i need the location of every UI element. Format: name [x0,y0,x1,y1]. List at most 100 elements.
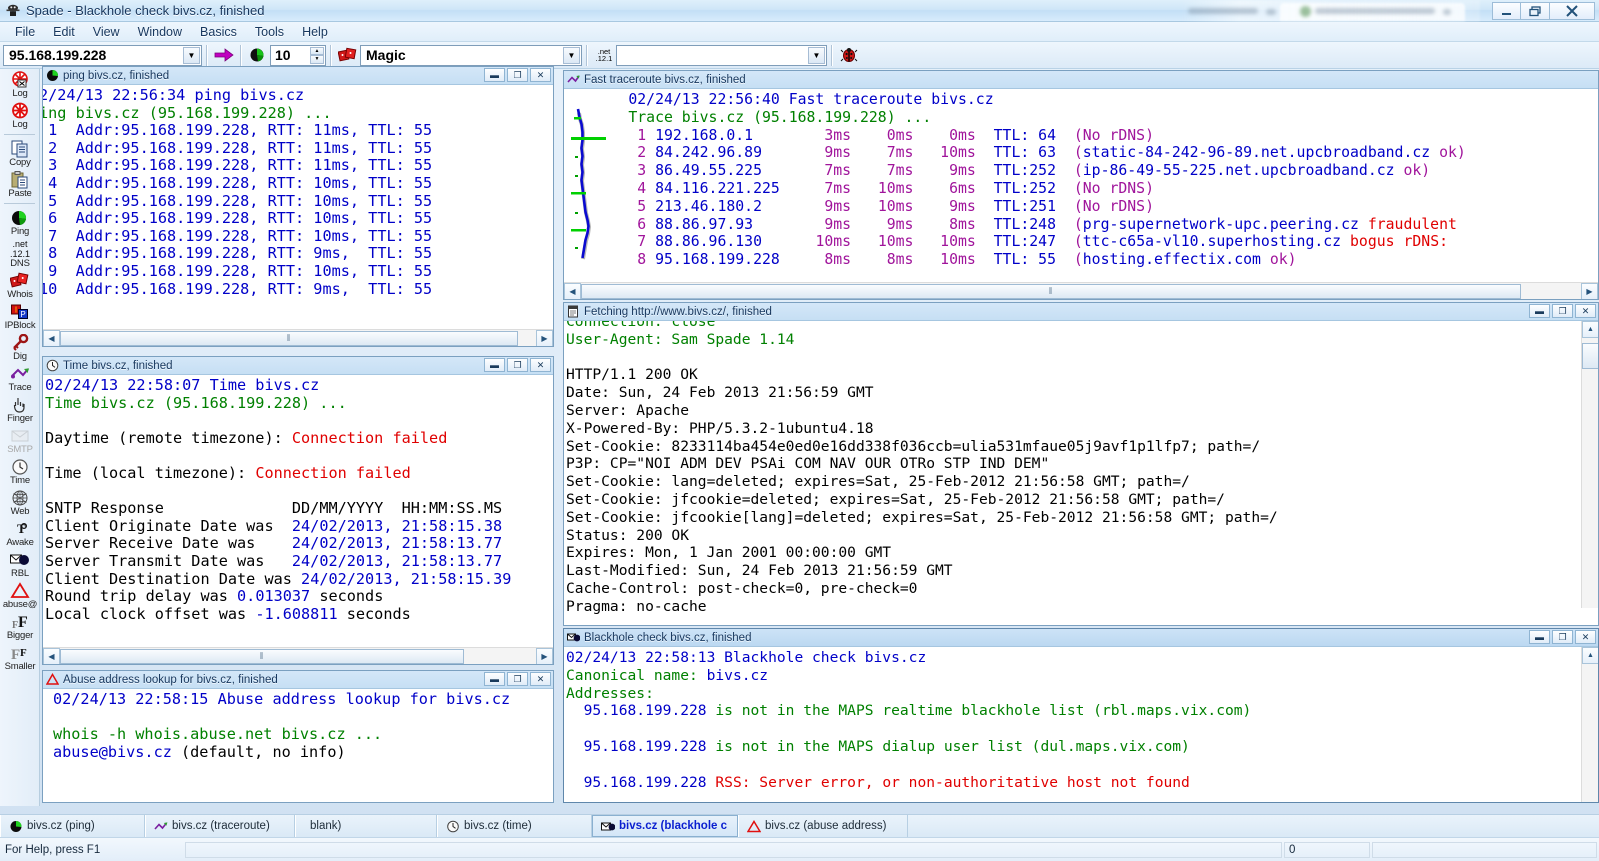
restore-button[interactable] [1521,2,1550,20]
maximize-button[interactable]: ❐ [507,672,528,686]
sidebar-item-smaller[interactable]: F F Smaller [0,642,40,673]
task-blackhole[interactable]: bivs.cz (blackhole c [592,815,738,837]
sidebar-item-whois[interactable]: Whois [0,270,40,301]
minimize-button[interactable]: ▬ [484,358,505,372]
scroll-track[interactable]: ⦀ [60,329,536,346]
vertical-scrollbar[interactable]: ▲ [1581,321,1598,608]
ping-count-spinner[interactable]: 10 ▲ ▼ [270,44,326,66]
window-traceroute-titlebar[interactable]: Fast traceroute bivs.cz, finished [564,71,1598,89]
sidebar-item-log[interactable]: Log [0,100,40,131]
scroll-thumb[interactable]: ⦀ [581,283,1521,299]
menu-help[interactable]: Help [293,23,337,41]
output-segment: 192.168.0.1 [655,126,798,144]
sidebar-item-rbl[interactable]: RBL [0,549,40,580]
magic-toolbar-icon[interactable] [336,44,360,67]
sidebar-item-bigger[interactable]: F F Bigger [0,611,40,642]
scroll-track[interactable]: ⦀ [60,647,536,664]
minimize-button[interactable]: ▬ [484,672,505,686]
spin-up-icon[interactable]: ▲ [310,46,324,55]
sidebar-item-awake[interactable]: T Awake [0,518,40,549]
dns-toolbar-icon[interactable]: .net .12.1 [592,44,616,67]
sidebar-item-finger[interactable]: Finger [0,394,40,425]
chevron-down-icon[interactable]: ▼ [563,46,580,64]
minimize-button[interactable]: ▬ [1529,304,1550,318]
window-time-titlebar[interactable]: Time bivs.cz, finished ▬ ❐ ✕ [43,357,553,375]
close-button[interactable] [1550,2,1595,20]
close-button[interactable]: ✕ [530,672,551,686]
window-fetch-titlebar[interactable]: Fetching http://www.bivs.cz/, finished ▬… [564,303,1598,321]
scroll-up-icon[interactable]: ▲ [1582,647,1598,664]
task-abuse[interactable]: bivs.cz (abuse address) [738,815,908,837]
scroll-thumb[interactable] [1582,343,1598,369]
window-ping-titlebar[interactable]: ping bivs.cz, finished ▬ ❐ ✕ [43,67,553,85]
minimize-button[interactable] [1492,2,1521,20]
go-button[interactable] [212,44,236,67]
task-time[interactable]: bivs.cz (time) [437,815,592,837]
bug-button[interactable] [837,44,861,67]
menu-basics[interactable]: Basics [191,23,246,41]
task-traceroute[interactable]: bivs.cz (traceroute) [145,815,295,837]
task-blank[interactable]: blank) [295,815,437,837]
magic-combobox[interactable]: Magic ▼ [360,44,582,66]
scroll-thumb[interactable]: ⦀ [60,648,464,664]
scroll-right-icon[interactable]: ▶ [536,647,553,664]
sidebar-item-trace[interactable]: Trace [0,363,40,394]
window-abuse-title: Abuse address lookup for bivs.cz, finish… [63,673,278,686]
output-line: 2 Addr:95.168.199.228, RTT: 11ms, TTL: 5… [43,139,553,158]
scroll-right-icon[interactable]: ▶ [1581,282,1598,299]
close-button[interactable]: ✕ [530,68,551,82]
close-button[interactable]: ✕ [530,358,551,372]
sidebar-item-ping[interactable]: Ping [0,207,40,238]
sidebar-item-ipblock[interactable]: I P IPBlock [0,301,40,332]
scroll-thumb[interactable]: ⦀ [60,330,518,346]
window-ping[interactable]: ping bivs.cz, finished ▬ ❐ ✕ 2/24/13 22:… [42,66,554,347]
maximize-button[interactable]: ❐ [507,68,528,82]
minimize-button[interactable]: ▬ [484,68,505,82]
scroll-left-icon[interactable]: ◀ [564,282,581,299]
sidebar-item-dig[interactable]: Dig [0,332,40,363]
sidebar-label: Web [10,506,30,517]
task-ping[interactable]: bivs.cz (ping) [0,815,145,837]
window-traceroute[interactable]: Fast traceroute bivs.cz, finished 02/24/… [563,70,1599,300]
sidebar-item-copy[interactable]: Copy [0,138,40,169]
scroll-left-icon[interactable]: ◀ [43,647,60,664]
close-button[interactable]: ✕ [1575,304,1596,318]
sidebar-item-web[interactable]: Web [0,487,40,518]
close-button[interactable]: ✕ [1575,630,1596,644]
scroll-left-icon[interactable]: ◀ [43,329,60,346]
maximize-button[interactable]: ❐ [507,358,528,372]
window-abuse-titlebar[interactable]: Abuse address lookup for bivs.cz, finish… [43,671,553,689]
chevron-down-icon[interactable]: ▼ [808,46,825,64]
menu-view[interactable]: View [84,23,129,41]
maximize-button[interactable]: ❐ [1552,304,1573,318]
window-time[interactable]: Time bivs.cz, finished ▬ ❐ ✕ 02/24/13 22… [42,356,554,665]
horizontal-scrollbar[interactable]: ◀ ⦀ ▶ [564,282,1598,299]
scroll-track[interactable]: ⦀ [581,282,1581,299]
spin-down-icon[interactable]: ▼ [310,55,324,64]
window-blackhole[interactable]: Blackhole check bivs.cz, finished ▬ ❐ ✕ … [563,628,1599,803]
window-fetch[interactable]: Fetching http://www.bivs.cz/, finished ▬… [563,302,1599,626]
maximize-button[interactable]: ❐ [1552,630,1573,644]
dns-combobox[interactable]: ▼ [616,44,827,66]
sidebar-item-abuse[interactable]: abuse@ [0,580,40,611]
menu-tools[interactable]: Tools [246,23,293,41]
sidebar-item-dns[interactable]: .net .12.1 DNS [0,238,40,270]
chevron-down-icon[interactable]: ▼ [183,46,200,64]
minimize-button[interactable]: ▬ [1529,630,1550,644]
window-abuse[interactable]: Abuse address lookup for bivs.cz, finish… [42,670,554,803]
horizontal-scrollbar[interactable]: ◀ ⦀ ▶ [43,329,553,346]
address-combobox[interactable]: 95.168.199.228 ▼ [3,44,202,66]
horizontal-scrollbar[interactable]: ◀ ⦀ ▶ [43,647,553,664]
menu-file[interactable]: File [6,23,44,41]
menu-edit[interactable]: Edit [44,23,84,41]
scroll-right-icon[interactable]: ▶ [536,329,553,346]
scroll-up-icon[interactable]: ▲ [1582,321,1598,338]
vertical-scrollbar[interactable]: ▲ [1581,647,1598,802]
ping-toolbar-icon[interactable] [246,44,270,67]
window-blackhole-titlebar[interactable]: Blackhole check bivs.cz, finished ▬ ❐ ✕ [564,629,1598,647]
sidebar-item-time[interactable]: Time [0,456,40,487]
sidebar-item-paste[interactable]: Paste [0,169,40,200]
output-segment: 7ms 10ms 6ms [797,179,994,197]
sidebar-item-log-stop[interactable]: Log [0,69,40,100]
menu-window[interactable]: Window [129,23,191,41]
